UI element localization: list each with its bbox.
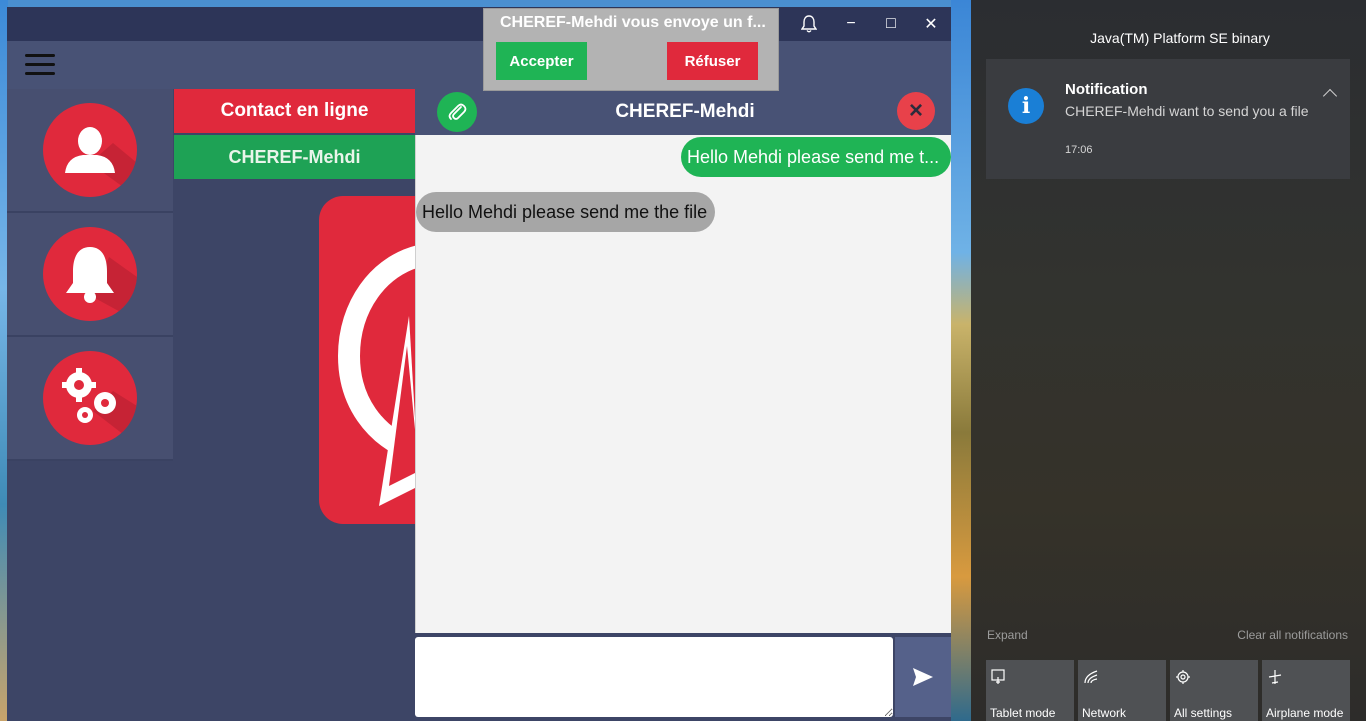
send-icon: [913, 668, 933, 686]
airplane-icon: [1267, 669, 1283, 689]
contact-item[interactable]: CHEREF-Mehdi: [174, 135, 415, 179]
refuse-button[interactable]: Réfuser: [667, 42, 758, 80]
minimize-button[interactable]: −: [831, 7, 871, 41]
network-button[interactable]: Network: [1078, 660, 1166, 721]
all-settings-button[interactable]: All settings: [1170, 660, 1258, 721]
message-outgoing: Hello Mehdi please send me t...: [681, 137, 951, 177]
notification-app-name: Java(TM) Platform SE binary: [1090, 30, 1270, 46]
chat-panel: CHEREF-Mehdi × Hello Mehdi please send m…: [415, 89, 951, 721]
airplane-mode-button[interactable]: Airplane mode: [1262, 660, 1350, 721]
notification-card[interactable]: i Notification CHEREF-Mehdi want to send…: [986, 59, 1350, 179]
action-center: Java(TM) Platform SE binary i Notificati…: [971, 0, 1366, 721]
bell-icon[interactable]: [789, 7, 829, 41]
notification-time: 17:06: [1065, 144, 1093, 156]
chat-header: CHEREF-Mehdi ×: [415, 89, 951, 135]
attach-file-button[interactable]: [437, 92, 477, 132]
file-request-popup: CHEREF-Mehdi vous envoye un f... Accepte…: [483, 8, 779, 91]
close-chat-button[interactable]: ×: [897, 92, 935, 130]
maximize-button[interactable]: □: [871, 7, 911, 41]
sidebar: [7, 89, 173, 461]
app-logo: [319, 196, 419, 524]
message-input[interactable]: [415, 637, 893, 717]
quick-action-label: Airplane mode: [1266, 706, 1344, 720]
close-window-button[interactable]: ✕: [911, 7, 951, 41]
collapse-chevron-icon[interactable]: [1322, 88, 1338, 104]
settings-icon: [1175, 669, 1191, 689]
chat-title: CHEREF-Mehdi: [615, 101, 755, 122]
send-button[interactable]: [895, 637, 951, 717]
bell-icon: [43, 227, 137, 321]
popup-title: CHEREF-Mehdi vous envoye un f...: [500, 14, 766, 31]
user-icon: [43, 103, 137, 197]
quick-action-label: All settings: [1174, 706, 1233, 720]
accept-button[interactable]: Accepter: [496, 42, 587, 80]
sidebar-item-notifications[interactable]: [7, 213, 173, 337]
clear-all-link[interactable]: Clear all notifications: [1237, 628, 1348, 642]
chat-app-window: − □ ✕ Contact en ligne CHEREF-Mehdi CHER…: [7, 7, 951, 721]
contacts-header: Contact en ligne: [174, 89, 415, 133]
paperclip-icon: [448, 103, 467, 120]
info-icon: i: [1008, 88, 1044, 124]
gears-icon: [43, 351, 137, 445]
message-list: Hello Mehdi please send me t... Hello Me…: [415, 135, 951, 633]
notification-body: CHEREF-Mehdi want to send you a file: [1065, 103, 1309, 119]
notification-title: Notification: [1065, 81, 1148, 98]
contacts-panel: Contact en ligne CHEREF-Mehdi: [174, 89, 415, 179]
menu-icon[interactable]: [25, 54, 55, 76]
app-header: [7, 41, 951, 89]
title-bar: − □ ✕: [7, 7, 951, 41]
expand-link[interactable]: Expand: [987, 628, 1028, 642]
quick-action-label: Network: [1082, 706, 1127, 720]
network-icon: [1083, 669, 1099, 689]
sidebar-item-contacts[interactable]: [7, 89, 173, 213]
tablet-icon: [991, 669, 1007, 689]
composer: [415, 635, 951, 721]
message-incoming: Hello Mehdi please send me the file: [416, 192, 716, 232]
sidebar-item-settings[interactable]: [7, 337, 173, 461]
quick-action-label: Tablet mode: [990, 706, 1056, 720]
tablet-mode-button[interactable]: Tablet mode: [986, 660, 1074, 721]
